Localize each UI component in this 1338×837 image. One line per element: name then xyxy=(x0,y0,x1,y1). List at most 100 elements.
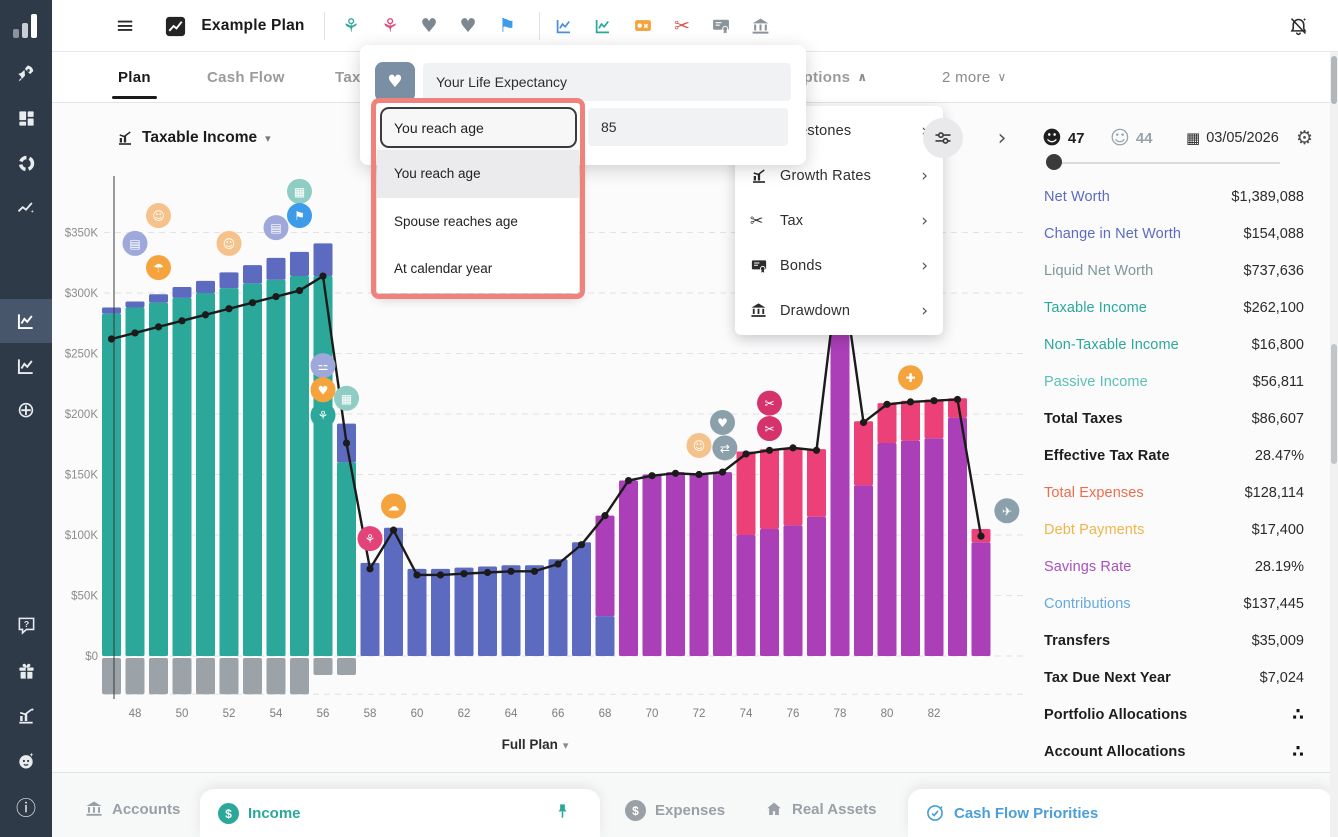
chart-settings-button[interactable] xyxy=(923,118,963,158)
stat-row[interactable]: Contributions$137,445 xyxy=(1044,585,1304,622)
line-point[interactable] xyxy=(225,305,232,312)
pre-tax-deductions-bar[interactable] xyxy=(126,658,145,694)
other-income-bar[interactable] xyxy=(149,294,168,302)
bottom-tab-accounts[interactable]: Accounts xyxy=(85,800,180,818)
line-point[interactable] xyxy=(719,468,726,475)
info-icon[interactable]: ⓘ xyxy=(0,784,52,828)
line-point[interactable] xyxy=(648,472,655,479)
pre-tax-deductions-bar[interactable] xyxy=(196,658,215,694)
pin-icon[interactable] xyxy=(553,802,572,826)
bottom-tab-real-assets[interactable]: Real Assets xyxy=(765,800,877,818)
stat-row[interactable]: Debt Payments$17,400 xyxy=(1044,511,1304,548)
pre-tax-deductions-bar[interactable] xyxy=(337,658,356,675)
retirement-drawdown-bar[interactable] xyxy=(972,542,991,656)
scrollbar-thumb[interactable] xyxy=(1331,344,1337,464)
pre-tax-deductions-bar[interactable] xyxy=(243,658,262,694)
plan-date[interactable]: ▦ 03/05/2026 xyxy=(1186,120,1279,156)
scrollbar[interactable] xyxy=(1330,52,1338,837)
retirement-drawdown-bar[interactable] xyxy=(596,516,615,616)
sidebar-item-secondary-chart[interactable] xyxy=(0,344,52,388)
line-point[interactable] xyxy=(907,398,914,405)
other-income-bar[interactable] xyxy=(549,559,568,656)
pre-tax-deductions-bar[interactable] xyxy=(173,658,192,694)
line-point[interactable] xyxy=(766,447,773,454)
line-point[interactable] xyxy=(625,477,632,484)
retirement-drawdown-bar[interactable] xyxy=(737,535,756,656)
milestone-age-input[interactable]: 85 xyxy=(588,108,788,146)
line-point[interactable] xyxy=(366,565,373,572)
line-point[interactable] xyxy=(319,272,326,279)
stat-row[interactable]: Portfolio Allocations∴ xyxy=(1044,696,1304,733)
trend-sparkle-icon[interactable] xyxy=(0,186,52,230)
line-point[interactable] xyxy=(578,541,585,548)
assumptions-menu-item-drawdown[interactable]: Drawdown› xyxy=(735,288,943,333)
pre-tax-deductions-bar[interactable] xyxy=(220,658,239,694)
line-point[interactable] xyxy=(742,450,749,457)
other-income-bar[interactable] xyxy=(267,258,286,280)
other-income-bar[interactable] xyxy=(314,243,333,276)
line-point[interactable] xyxy=(343,439,350,446)
retirement-drawdown-bar[interactable] xyxy=(878,443,897,656)
line-point[interactable] xyxy=(883,401,890,408)
employment-income-bar[interactable] xyxy=(290,276,309,656)
pre-tax-deductions-bar[interactable] xyxy=(267,658,286,694)
line-point[interactable] xyxy=(484,569,491,576)
metrics-scroll-right-button[interactable]: › xyxy=(988,123,1016,153)
metric-selector[interactable]: Taxable Income ▾ xyxy=(116,129,271,147)
line-point[interactable] xyxy=(155,323,162,330)
tab-plan[interactable]: Plan xyxy=(118,52,151,102)
other-income-bar[interactable] xyxy=(243,265,262,283)
plan-title[interactable]: Example Plan xyxy=(198,0,308,52)
add-plan-icon[interactable]: ⊕ xyxy=(0,388,52,432)
other-income-bar[interactable] xyxy=(572,542,591,656)
line-point[interactable] xyxy=(789,444,796,451)
other-income-bar[interactable] xyxy=(361,563,380,656)
line-point[interactable] xyxy=(531,568,538,575)
retirement-drawdown-bar[interactable] xyxy=(948,418,967,656)
line-point[interactable] xyxy=(954,396,961,403)
retirement-drawdown-bar[interactable] xyxy=(854,485,873,656)
capital-gains-bar[interactable] xyxy=(925,399,944,438)
line-point[interactable] xyxy=(930,397,937,404)
condition-option[interactable]: At calendar year xyxy=(377,245,579,293)
assistant-face-icon[interactable] xyxy=(0,739,52,783)
stat-row[interactable]: Non-Taxable Income$16,800 xyxy=(1044,326,1304,363)
condition-option[interactable]: You reach age xyxy=(377,150,579,198)
app-logo-icon[interactable] xyxy=(13,12,37,38)
rocket-icon[interactable] xyxy=(0,51,52,95)
palm-tree-icon[interactable]: ⚘ xyxy=(336,0,366,52)
tab-cash-flow[interactable]: Cash Flow xyxy=(207,52,285,102)
line-point[interactable] xyxy=(695,471,702,478)
more-tabs-button[interactable]: 2 more ∨ xyxy=(942,52,1007,102)
panel-gear-icon[interactable]: ⚙ xyxy=(1296,120,1313,156)
retirement-drawdown-bar[interactable] xyxy=(760,529,779,656)
line-point[interactable] xyxy=(860,419,867,426)
retirement-drawdown-bar[interactable] xyxy=(807,517,826,656)
stat-row[interactable]: Savings Rate28.19% xyxy=(1044,548,1304,585)
spouse-age[interactable]: ☺ 44 xyxy=(1110,120,1153,156)
year-slider-track[interactable] xyxy=(1046,162,1280,164)
milestone-type-button[interactable]: ♥ xyxy=(375,62,415,102)
stat-row[interactable]: Passive Income$56,811 xyxy=(1044,363,1304,400)
dashboard-icon[interactable] xyxy=(0,96,52,140)
other-income-bar[interactable] xyxy=(126,301,145,307)
bottom-tab-expenses[interactable]: $ Expenses xyxy=(625,800,725,821)
line-point[interactable] xyxy=(554,560,561,567)
line-point[interactable] xyxy=(813,447,820,454)
employment-income-bar[interactable] xyxy=(196,293,215,656)
notifications-bell-slash-icon[interactable] xyxy=(1280,0,1316,52)
other-income-bar[interactable] xyxy=(408,569,427,656)
line-point[interactable] xyxy=(272,293,279,300)
line-point[interactable] xyxy=(202,311,209,318)
employment-income-bar[interactable] xyxy=(337,462,356,656)
employment-income-bar[interactable] xyxy=(314,276,333,656)
stat-row[interactable]: Account Allocations∴ xyxy=(1044,733,1304,770)
employment-income-bar[interactable] xyxy=(126,308,145,656)
other-income-bar[interactable] xyxy=(502,565,521,656)
scrollbar-thumb[interactable] xyxy=(1331,56,1337,104)
other-income-bar[interactable] xyxy=(384,528,403,656)
employment-income-bar[interactable] xyxy=(220,288,239,656)
gift-icon[interactable] xyxy=(0,649,52,693)
year-slider-knob[interactable] xyxy=(1046,154,1062,170)
other-income-bar[interactable] xyxy=(290,252,309,276)
